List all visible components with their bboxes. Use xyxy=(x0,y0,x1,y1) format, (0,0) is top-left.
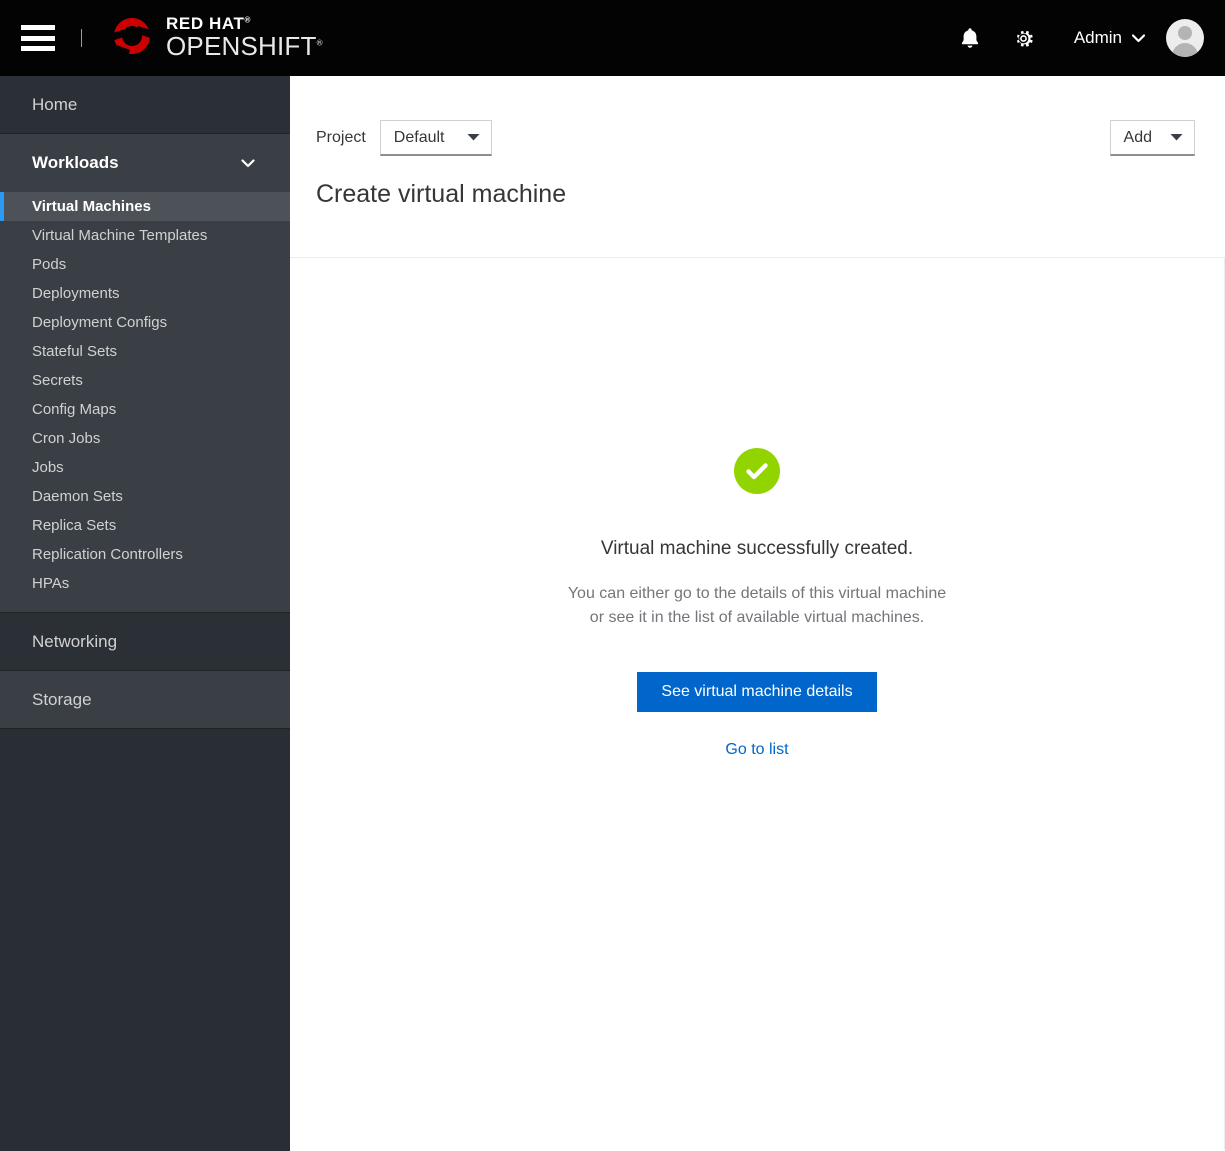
brand-line-redhat: RED HAT® xyxy=(166,14,251,33)
sidebar-item-label: HPAs xyxy=(32,575,70,592)
project-selector-bar: Project Default xyxy=(290,76,1225,156)
sidebar-subnav-workloads: Virtual Machines Virtual Machine Templat… xyxy=(0,192,290,612)
sidebar-item-label: Stateful Sets xyxy=(32,343,118,360)
add-dropdown-label: Add xyxy=(1123,128,1152,146)
success-title: Virtual machine successfully created. xyxy=(600,538,914,559)
success-description-line-2: or see it in the list of available virtu… xyxy=(589,609,925,626)
page-title: Create virtual machine xyxy=(316,180,567,208)
add-dropdown-button[interactable]: Add xyxy=(1109,120,1195,156)
sidebar-item-workloads[interactable]: Workloads xyxy=(0,134,290,192)
avatar[interactable] xyxy=(1166,19,1204,57)
sidebar-section-workloads: Workloads Virtual Machines Virtual Machi… xyxy=(0,134,290,613)
sidebar-item-deployment-configs[interactable]: Deployment Configs xyxy=(0,308,290,337)
sidebar-item-networking[interactable]: Networking xyxy=(0,613,290,671)
sidebar-item-deployments[interactable]: Deployments xyxy=(0,279,290,308)
check-circle-icon xyxy=(734,448,780,494)
masthead-divider xyxy=(81,29,82,47)
success-description-line-1: You can either go to the details of this… xyxy=(567,585,947,602)
hamburger-bar xyxy=(21,46,55,51)
masthead-actions: Admin xyxy=(948,16,1225,60)
sidebar-item-label: Networking xyxy=(32,631,118,651)
main-content: Project Default Add Create virtual machi… xyxy=(290,76,1225,1151)
sidebar-item-label: Workloads xyxy=(32,153,119,172)
go-to-list-link[interactable]: Go to list xyxy=(290,741,1224,759)
sidebar-item-virtual-machine-templates[interactable]: Virtual Machine Templates xyxy=(0,221,290,250)
sidebar-item-label: Jobs xyxy=(32,459,64,476)
sidebar-item-virtual-machines[interactable]: Virtual Machines xyxy=(0,192,290,221)
sidebar-section-home: Home xyxy=(0,76,290,134)
project-label: Project xyxy=(316,129,366,146)
caret-down-icon xyxy=(467,132,480,144)
gear-icon[interactable] xyxy=(1002,16,1046,60)
sidebar-item-label: Virtual Machines xyxy=(32,198,151,215)
avatar-head xyxy=(1178,26,1192,40)
hamburger-bar xyxy=(21,25,55,30)
sidebar-navigation: Home Workloads Virtual Machines Virtual … xyxy=(0,76,290,1151)
project-select-value: Default xyxy=(393,128,445,146)
avatar-body xyxy=(1172,43,1198,57)
sidebar-item-jobs[interactable]: Jobs xyxy=(0,453,290,482)
chevron-down-icon xyxy=(241,156,255,171)
sidebar-item-config-maps[interactable]: Config Maps xyxy=(0,395,290,424)
masthead: RED HAT® OPENSHIFT® Admin xyxy=(0,0,1225,76)
sidebar-item-storage[interactable]: Storage xyxy=(0,671,290,729)
user-menu-dropdown[interactable]: Admin xyxy=(1073,28,1146,48)
sidebar-item-label: Cron Jobs xyxy=(32,430,101,447)
sidebar-item-replica-sets[interactable]: Replica Sets xyxy=(0,511,290,540)
sidebar-item-label: Virtual Machine Templates xyxy=(32,227,208,244)
chevron-down-icon xyxy=(1131,28,1146,48)
hamburger-menu-icon[interactable] xyxy=(21,25,55,51)
sidebar-item-secrets[interactable]: Secrets xyxy=(0,366,290,395)
sidebar-item-label: Storage xyxy=(32,689,92,709)
project-select[interactable]: Default xyxy=(379,120,492,156)
bell-icon[interactable] xyxy=(948,16,992,60)
sidebar-item-hpas[interactable]: HPAs xyxy=(0,569,290,598)
success-panel: Virtual machine successfully created. Yo… xyxy=(290,448,1224,759)
sidebar-item-stateful-sets[interactable]: Stateful Sets xyxy=(0,337,290,366)
sidebar-item-label: Replication Controllers xyxy=(32,546,183,563)
sidebar-item-cron-jobs[interactable]: Cron Jobs xyxy=(0,424,290,453)
sidebar-item-pods[interactable]: Pods xyxy=(0,250,290,279)
sidebar-item-daemon-sets[interactable]: Daemon Sets xyxy=(0,482,290,511)
sidebar-item-label: Deployments xyxy=(32,285,120,302)
sidebar-item-home[interactable]: Home xyxy=(0,76,290,134)
content-body: Virtual machine successfully created. Yo… xyxy=(290,258,1225,1150)
brand-logo[interactable]: RED HAT® OPENSHIFT® xyxy=(104,14,323,62)
sidebar-item-label: Config Maps xyxy=(32,401,117,418)
user-menu-label: Admin xyxy=(1073,28,1122,47)
page-header: Project Default Add Create virtual machi… xyxy=(290,76,1225,258)
sidebar-item-label: Replica Sets xyxy=(32,517,117,534)
brand-wordmark: RED HAT® OPENSHIFT® xyxy=(166,15,323,61)
sidebar-item-label: Deployment Configs xyxy=(32,314,168,331)
sidebar-item-label: Daemon Sets xyxy=(32,488,123,505)
sidebar-item-label: Home xyxy=(32,94,78,114)
sidebar-item-label: Secrets xyxy=(32,372,83,389)
sidebar-item-replication-controllers[interactable]: Replication Controllers xyxy=(0,540,290,569)
sidebar-section-storage: Storage xyxy=(0,671,290,729)
sidebar-item-label: Pods xyxy=(32,256,67,273)
see-virtual-machine-details-button[interactable]: See virtual machine details xyxy=(637,672,877,712)
brand-line-openshift: OPENSHIFT® xyxy=(166,31,323,61)
hamburger-bar xyxy=(21,35,55,41)
red-hat-logo-icon xyxy=(104,14,160,62)
caret-down-icon xyxy=(1170,132,1183,144)
sidebar-section-networking: Networking xyxy=(0,613,290,671)
